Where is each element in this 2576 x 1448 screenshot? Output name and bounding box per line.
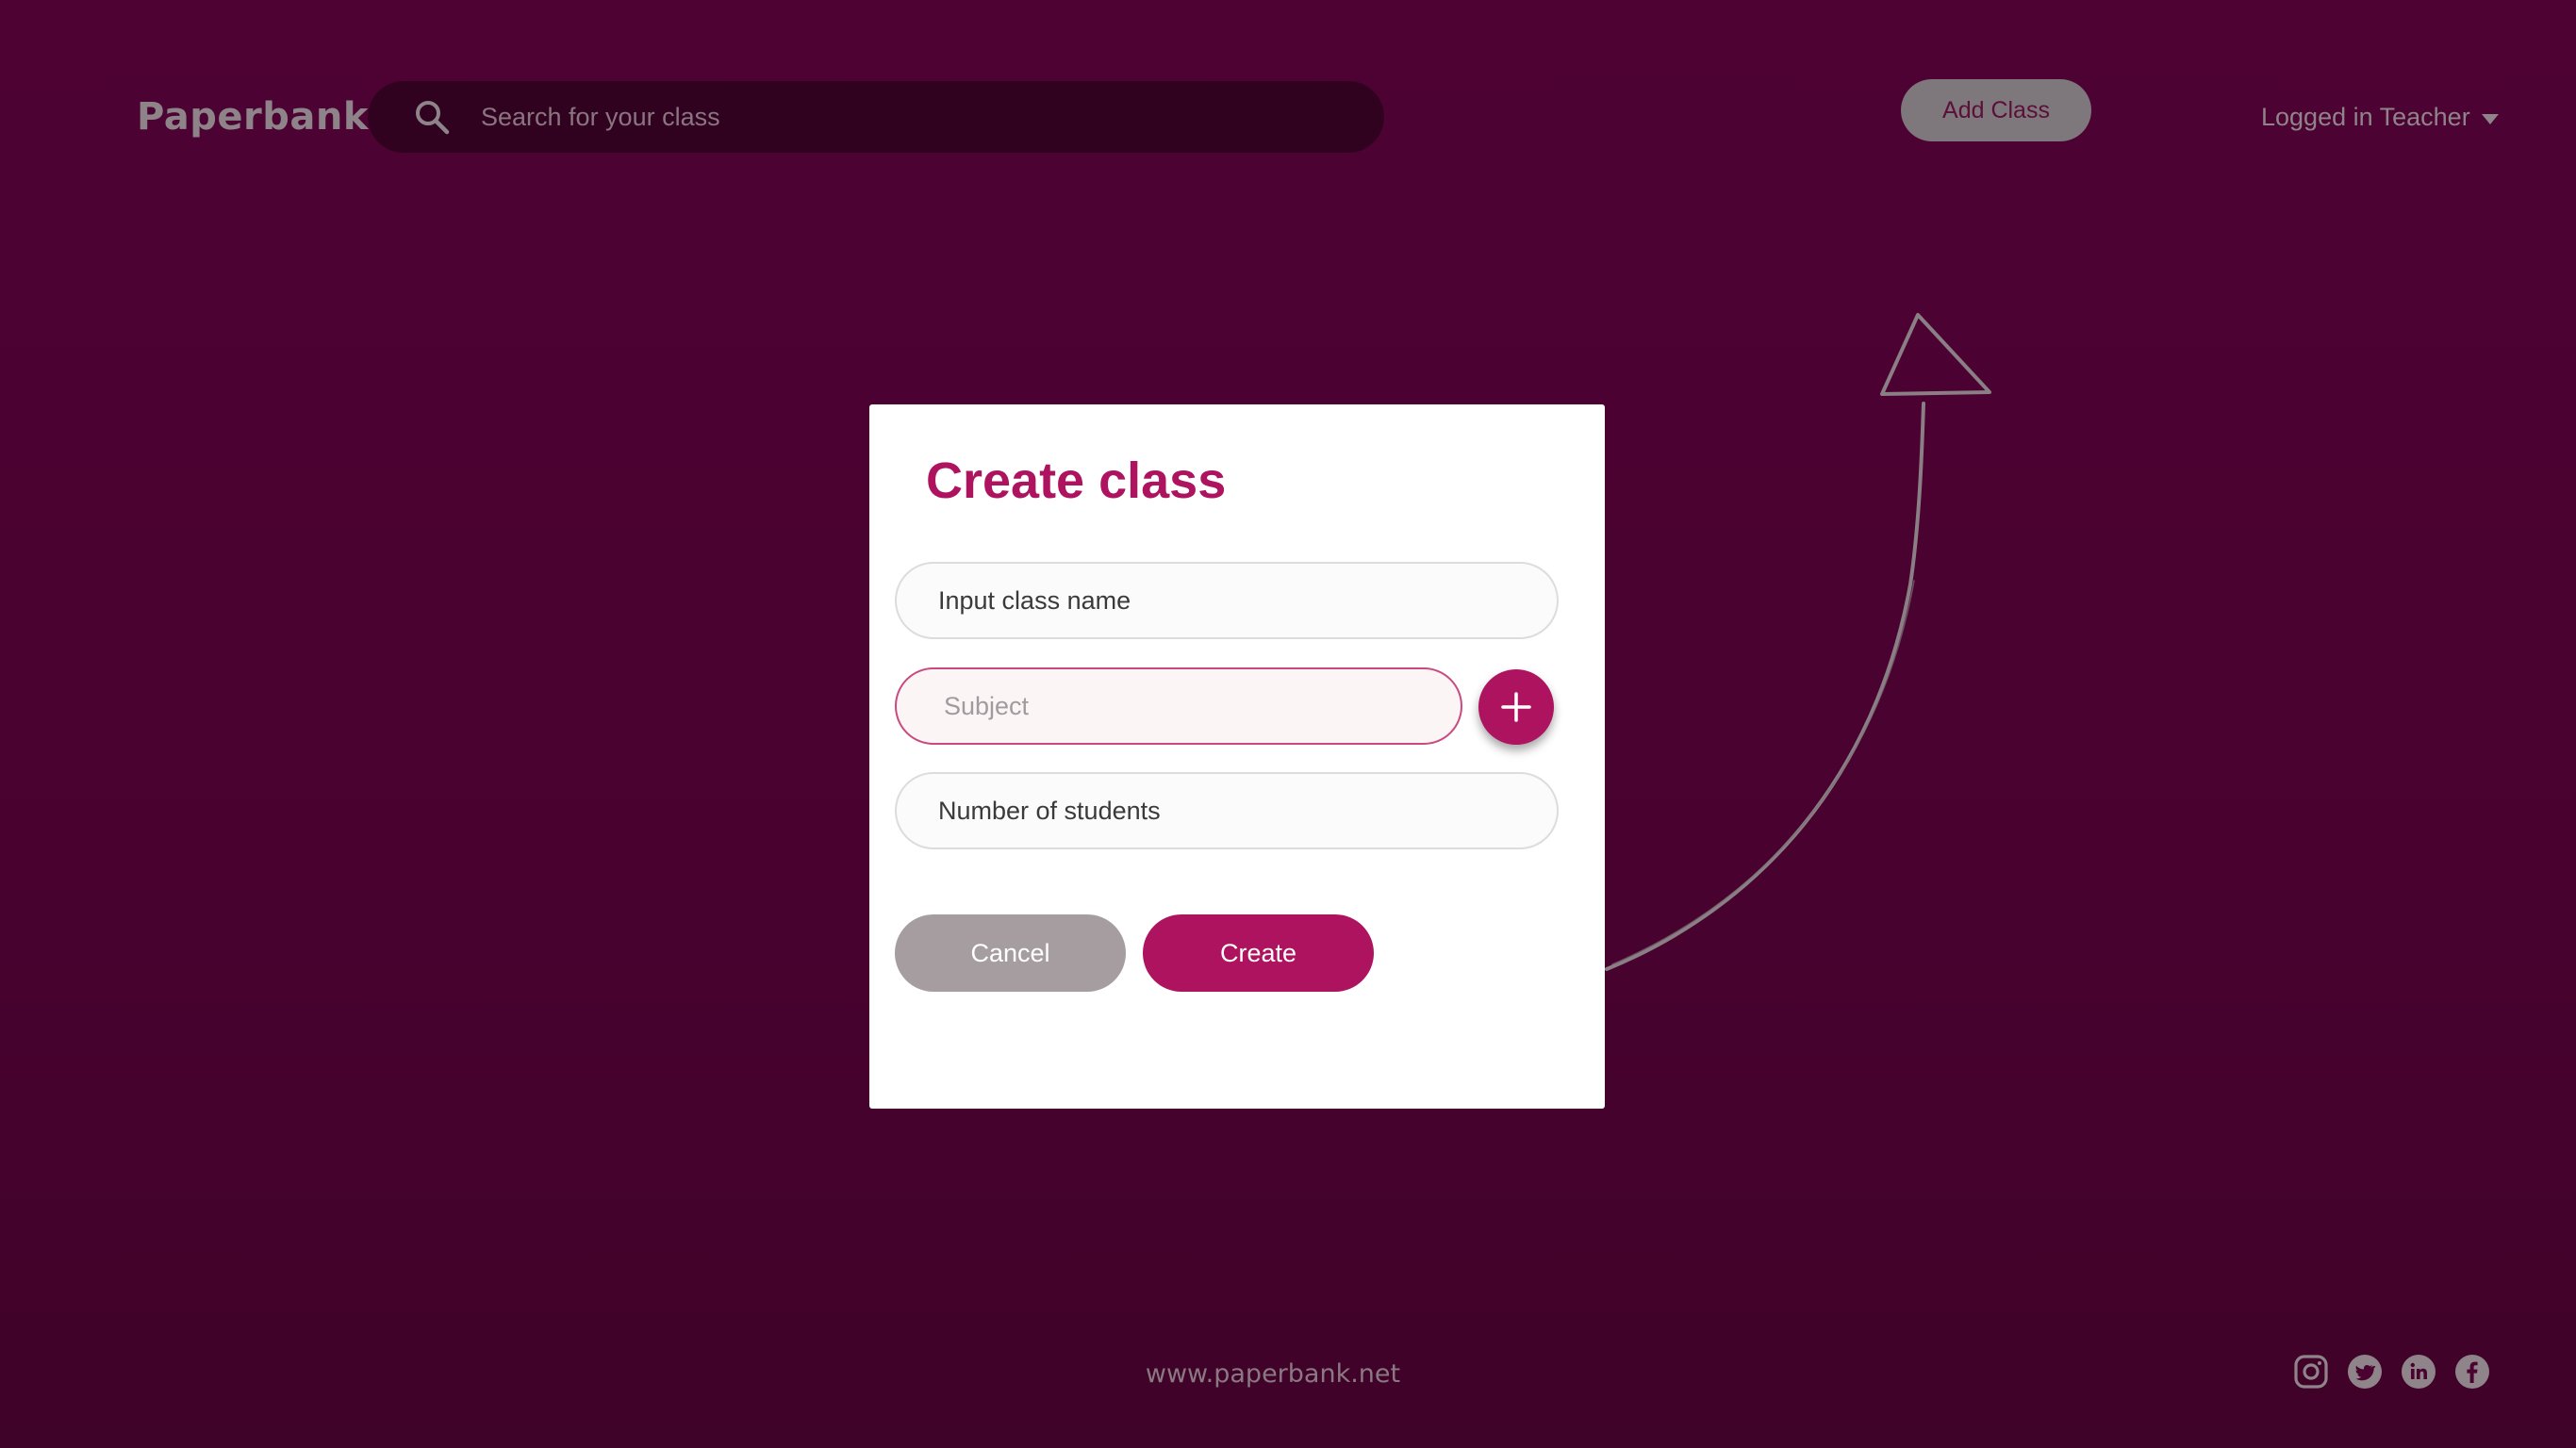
- footer-url[interactable]: www.paperbank.net: [0, 1359, 2546, 1389]
- class-name-field[interactable]: [895, 562, 1559, 639]
- arrow-drawing: [1605, 313, 1991, 971]
- class-name-input[interactable]: [936, 584, 1557, 617]
- search-icon[interactable]: [413, 98, 451, 136]
- students-field[interactable]: [895, 772, 1559, 849]
- modal-title: Create class: [926, 452, 1227, 509]
- social-links: [2293, 1354, 2490, 1390]
- students-input[interactable]: [936, 795, 1557, 827]
- cancel-button[interactable]: Cancel: [895, 914, 1126, 992]
- plus-icon: [1501, 692, 1531, 722]
- linkedin-icon[interactable]: [2401, 1354, 2436, 1390]
- add-class-button[interactable]: Add Class: [1901, 79, 2091, 141]
- subject-field[interactable]: [895, 667, 1462, 745]
- add-subject-button[interactable]: [1478, 669, 1554, 745]
- caret-down-icon: [2481, 114, 2499, 124]
- create-class-modal: Create class Cancel Create: [869, 404, 1605, 1109]
- search-bar[interactable]: [368, 81, 1384, 153]
- twitter-icon[interactable]: [2347, 1354, 2383, 1390]
- user-menu[interactable]: Logged in Teacher: [2261, 98, 2499, 136]
- logo[interactable]: Paperbank: [137, 90, 369, 143]
- search-input[interactable]: [479, 88, 1331, 146]
- create-button[interactable]: Create: [1143, 914, 1374, 992]
- user-menu-label: Logged in Teacher: [2261, 102, 2470, 131]
- instagram-icon[interactable]: [2293, 1354, 2329, 1390]
- facebook-icon[interactable]: [2454, 1354, 2490, 1390]
- subject-input[interactable]: [942, 690, 1461, 722]
